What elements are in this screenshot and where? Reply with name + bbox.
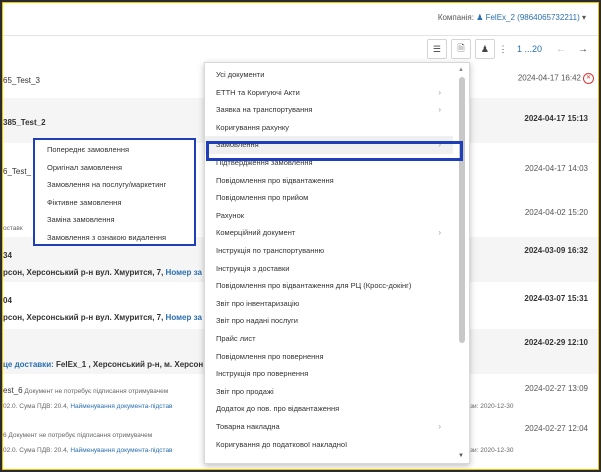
- scrollbar[interactable]: ▲ ▼: [457, 67, 467, 459]
- submenu-item[interactable]: Замовлення з ознакою видалення: [35, 229, 194, 246]
- row-date: 2024-03-09 16:32: [524, 246, 588, 255]
- row-title: 6_Test_: [3, 167, 32, 176]
- row-date: 2024-02-27 13:09: [524, 384, 588, 393]
- scroll-down-icon[interactable]: ▼: [458, 453, 464, 459]
- menu-item[interactable]: ЕТТН та Коригуючі Акти ›: [205, 84, 453, 102]
- menu-item-label: Комерційний документ: [216, 228, 296, 238]
- chevron-right-icon: ›: [438, 87, 441, 97]
- submenu-item[interactable]: Попереднє замовлення: [35, 141, 194, 158]
- menu-item-label: ЕТТН та Коригуючі Акти: [216, 87, 300, 97]
- row-details: 02.0. Сума ПДВ: 20.4, Найменування докум…: [3, 447, 173, 454]
- list-view-icon[interactable]: ☰: [426, 39, 447, 59]
- document-icon[interactable]: 🗎: [450, 39, 471, 59]
- row-title: est_6 Документ не потребує підписання от…: [3, 386, 169, 395]
- menu-item-label: Інструкція по транспортуванню: [216, 246, 325, 255]
- menu-item-label: Звіт про інвентаризацію: [216, 298, 300, 308]
- row-address: рсон, Херсонський р-н вул. Хмурится, 7, …: [3, 268, 202, 277]
- row-date: 2024-03-07 15:31: [524, 294, 588, 303]
- menu-item-label: Інструкція з доставки: [216, 263, 290, 273]
- menu-item-label: Заявка на транспортування: [216, 105, 313, 115]
- close-icon[interactable]: ✕: [583, 73, 594, 84]
- row-details-date: зи: 2020-12-30: [470, 403, 514, 410]
- users-icon[interactable]: ♟: [474, 39, 495, 59]
- selection-highlight: [206, 141, 463, 161]
- company-icon: ♟: [476, 13, 484, 22]
- row-title: 04: [3, 296, 12, 305]
- chevron-right-icon: ›: [438, 105, 441, 115]
- menu-item[interactable]: Інструкція про повернення: [205, 365, 453, 383]
- row-title: 34: [3, 251, 12, 260]
- menu-item-label: Інструкція про повернення: [216, 369, 309, 379]
- menu-item[interactable]: Повідомлення про повернення: [205, 348, 453, 366]
- row-title: 65_Test_3: [3, 76, 40, 85]
- row-date: 2024-04-17 15:13: [524, 114, 588, 123]
- menu-item[interactable]: Інструкція з доставки: [205, 260, 453, 278]
- menu-item[interactable]: Додаток до пов. про відвантаження: [205, 400, 453, 418]
- document-type-menu: Усі документи ЕТТН та Коригуючі Акти › Заяв…: [204, 62, 470, 464]
- row-title: оставк: [3, 225, 23, 232]
- menu-item[interactable]: Заявка на транспортування ›: [205, 101, 453, 119]
- row-date: 2024-02-27 12:04: [524, 424, 588, 433]
- menu-item[interactable]: Звіт про надані послуги: [205, 312, 453, 330]
- menu-item-label: Товарна накладна: [216, 422, 280, 431]
- menu-item-label: Звіт про продажі: [216, 386, 274, 396]
- menu-item[interactable]: Товарна накладна ›: [205, 418, 453, 436]
- prev-page-icon[interactable]: ←: [552, 40, 570, 58]
- company-label: Компанія:: [437, 13, 474, 22]
- next-page-icon[interactable]: →: [574, 40, 592, 58]
- pagination[interactable]: 1 ...20: [517, 44, 542, 54]
- scroll-up-icon[interactable]: ▲: [458, 67, 464, 73]
- menu-item-label: Повідомлення про прийом: [216, 193, 309, 203]
- menu-item-label: Коригування рахунку: [216, 122, 289, 132]
- menu-item[interactable]: Коригування рахунку: [205, 119, 453, 137]
- more-options-icon[interactable]: ⋮: [498, 39, 507, 59]
- row-address: це доставки: FelEx_1 , Херсонський р-н, …: [3, 360, 211, 369]
- row-date: 2024-04-17 16:42 ✕: [518, 73, 594, 84]
- menu-item-label: Рахунок: [216, 210, 245, 220]
- row-address: рсон, Херсонський р-н вул. Хмурится, 7, …: [3, 313, 202, 322]
- top-bar: Компанія: ♟ FelEx_2 (9864065732211) ▾: [3, 3, 598, 36]
- menu-item[interactable]: Повідомлення про прийом: [205, 189, 453, 207]
- menu-item[interactable]: Комерційний документ ›: [205, 224, 453, 242]
- menu-item-label: Прайс лист: [216, 334, 256, 343]
- app-frame: Компанія: ♟ FelEx_2 (9864065732211) ▾ ☰ …: [2, 2, 599, 470]
- menu-item[interactable]: Усі документи: [205, 66, 453, 84]
- menu-item-label: Звіт про надані послуги: [216, 316, 298, 326]
- submenu-item[interactable]: Заміна замовлення: [35, 211, 194, 228]
- menu-item[interactable]: Коригування до податкової накладної: [205, 436, 453, 454]
- row-date: 2024-02-29 12:10: [524, 338, 588, 347]
- chevron-down-icon[interactable]: ▾: [582, 13, 586, 22]
- company-value[interactable]: FelEx_2 (9864065732211): [486, 13, 580, 22]
- row-title: 385_Test_2: [3, 118, 46, 127]
- row-date: 2024-04-17 14:03: [524, 164, 588, 173]
- company-selector[interactable]: Компанія: ♟ FelEx_2 (9864065732211) ▾: [438, 13, 586, 22]
- menu-item[interactable]: Повідомлення про відвантаження для РЦ (К…: [205, 277, 453, 295]
- menu-item[interactable]: Інструкція по транспортуванню: [205, 242, 453, 260]
- row-details-date: зи: 2020-12-30: [470, 447, 514, 454]
- menu-item[interactable]: Повідомлення про відвантаження: [205, 172, 453, 190]
- menu-item-label: Повідомлення про відвантаження для РЦ (К…: [216, 281, 412, 291]
- row-title: 6 Документ не потребує підписання отриму…: [3, 432, 153, 439]
- order-submenu: Попереднє замовлення Оригінал замовлення З…: [33, 138, 196, 246]
- menu-item-label: Усі документи: [216, 70, 265, 79]
- menu-item-label: Коригування до податкової накладної: [216, 439, 348, 449]
- menu-item-label: Повідомлення про повернення: [216, 351, 324, 361]
- menu-item[interactable]: Звіт про інвентаризацію: [205, 295, 453, 313]
- menu-item[interactable]: Звіт про продажі: [205, 383, 453, 401]
- chevron-right-icon: ›: [438, 228, 441, 238]
- submenu-item[interactable]: Оригінал замовлення: [35, 159, 194, 176]
- row-date: 2024-04-02 15:20: [524, 208, 588, 217]
- menu-item-label: Повідомлення про відвантаження: [216, 175, 334, 185]
- submenu-item[interactable]: Замовлення на послугу/маркетинг: [35, 176, 194, 193]
- chevron-right-icon: ›: [438, 422, 441, 431]
- menu-item-label: Додаток до пов. про відвантаження: [216, 404, 340, 414]
- menu-item[interactable]: Рахунок: [205, 207, 453, 225]
- toolbar: ☰ 🗎 ♟ ⋮ 1 ...20 ← →: [426, 37, 592, 61]
- row-details: 02.0. Сума ПДВ: 20.4, Найменування докум…: [3, 403, 173, 410]
- scrollbar-thumb[interactable]: [459, 77, 465, 343]
- menu-item[interactable]: Прайс лист: [205, 330, 453, 348]
- submenu-item[interactable]: Фіктивне замовлення: [35, 194, 194, 211]
